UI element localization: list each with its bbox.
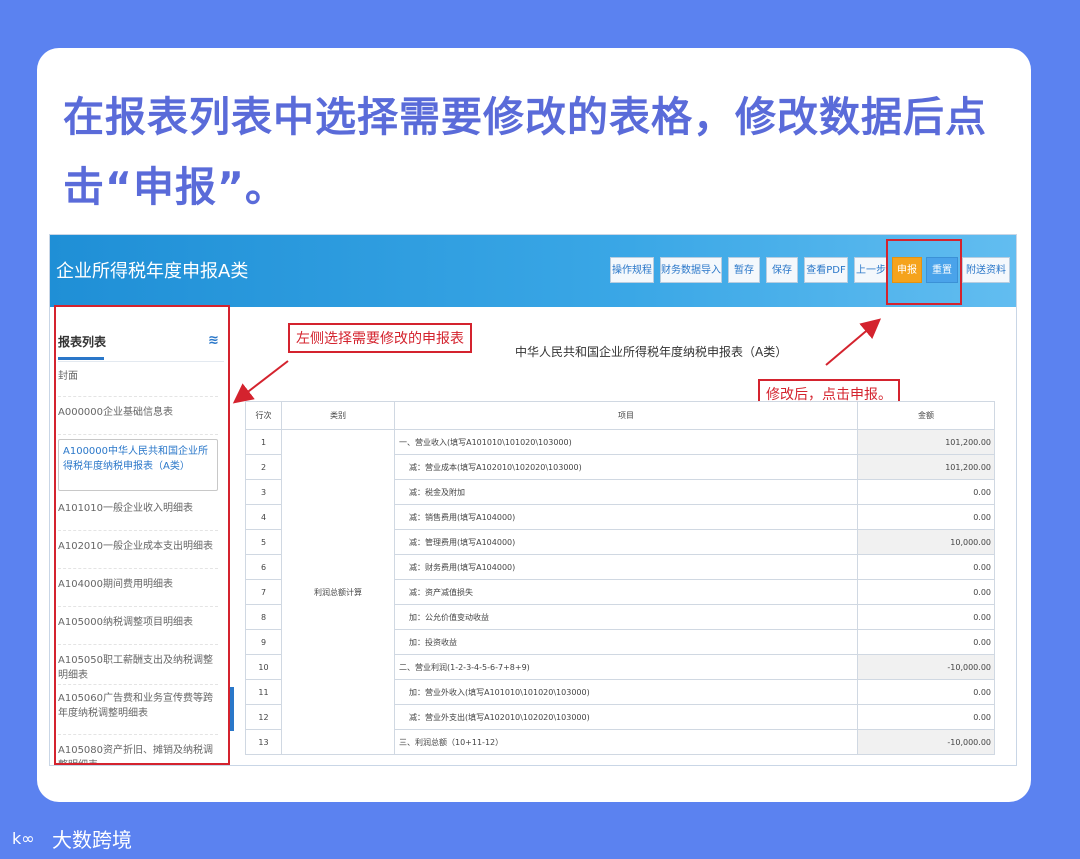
item-cell: 减：资产减值损失 [394,579,858,605]
amount-cell[interactable]: 10,000.00 [857,529,995,555]
brand-logo-icon: k∞ [12,829,35,848]
item-cell: 减：管理费用(填写A104000) [394,529,858,555]
col-header-line-no: 行次 [245,401,282,430]
item-cell: 二、营业利润(1-2-3-4-5-6-7+8+9) [394,654,858,680]
amount-cell[interactable]: 0.00 [857,554,995,580]
amount-cell[interactable]: 0.00 [857,704,995,730]
amount-cell[interactable]: -10,000.00 [857,654,995,680]
line-number-cell: 11 [245,679,282,705]
item-cell: 减：销售费用(填写A104000) [394,504,858,530]
amount-cell[interactable]: 101,200.00 [857,429,995,455]
line-number-cell: 1 [245,429,282,455]
amount-cell[interactable]: 0.00 [857,629,995,655]
amount-cell[interactable]: 0.00 [857,579,995,605]
right-arrow [825,318,882,366]
item-cell: 加：营业外收入(填写A101010\101020\103000) [394,679,858,705]
item-cell: 加：公允价值变动收益 [394,604,858,630]
col-header-category: 类别 [281,401,395,430]
amount-cell[interactable]: 0.00 [857,479,995,505]
table-header-row: 行次 类别 项目 金额 [245,401,995,430]
headline: 在报表列表中选择需要修改的表格，修改数据后点击“申报”。 [63,93,987,211]
amount-cell[interactable]: -10,000.00 [857,729,995,755]
category-cell: 利润总额计算 [281,429,395,755]
item-cell: 加：投资收益 [394,629,858,655]
line-number-cell: 4 [245,504,282,530]
item-cell: 减：税金及附加 [394,479,858,505]
watermark-text: 大数跨境 [52,828,132,852]
line-number-cell: 8 [245,604,282,630]
line-number-cell: 6 [245,554,282,580]
line-number-cell: 9 [245,629,282,655]
line-number-cell: 7 [245,579,282,605]
content-card: 在报表列表中选择需要修改的表格，修改数据后点击“申报”。 企业所得税年度申报A类… [37,48,1031,802]
item-cell: 三、利润总额（10+11-12） [394,729,858,755]
app-screenshot: 企业所得税年度申报A类 操作规程 财务数据导入 暂存 保存 查看PDF 上一步 … [49,234,1017,766]
amount-cell[interactable]: 101,200.00 [857,454,995,480]
line-number-cell: 2 [245,454,282,480]
line-number-cell: 12 [245,704,282,730]
amount-cell[interactable]: 0.00 [857,504,995,530]
left-arrow [232,360,289,404]
table-body: 1 利润总额计算 一、营业收入(填写A101010\101020\103000) 10… [245,429,995,755]
item-cell: 减：营业成本(填写A102010\102020\103000) [394,454,858,480]
table-row: 1 利润总额计算 一、营业收入(填写A101010\101020\103000) 10… [245,429,995,755]
line-number-cell: 13 [245,729,282,755]
item-cell: 一、营业收入(填写A101010\101020\103000) [394,429,858,455]
svg-text:k∞: k∞ [12,829,35,848]
amount-cell[interactable]: 0.00 [857,604,995,630]
item-cell: 减：营业外支出(填写A102010\102020\103000) [394,704,858,730]
line-number-cell: 5 [245,529,282,555]
tax-form-table: 行次 类别 项目 金额 1 利润总额计算 一、营业收入(填写A101010\1010… [245,401,995,755]
line-number-cell: 3 [245,479,282,505]
line-number-cell: 10 [245,654,282,680]
amount-cell[interactable]: 0.00 [857,679,995,705]
item-cell: 减：财务费用(填写A104000) [394,554,858,580]
col-header-item: 项目 [394,401,858,430]
col-header-amount: 金额 [857,401,995,430]
